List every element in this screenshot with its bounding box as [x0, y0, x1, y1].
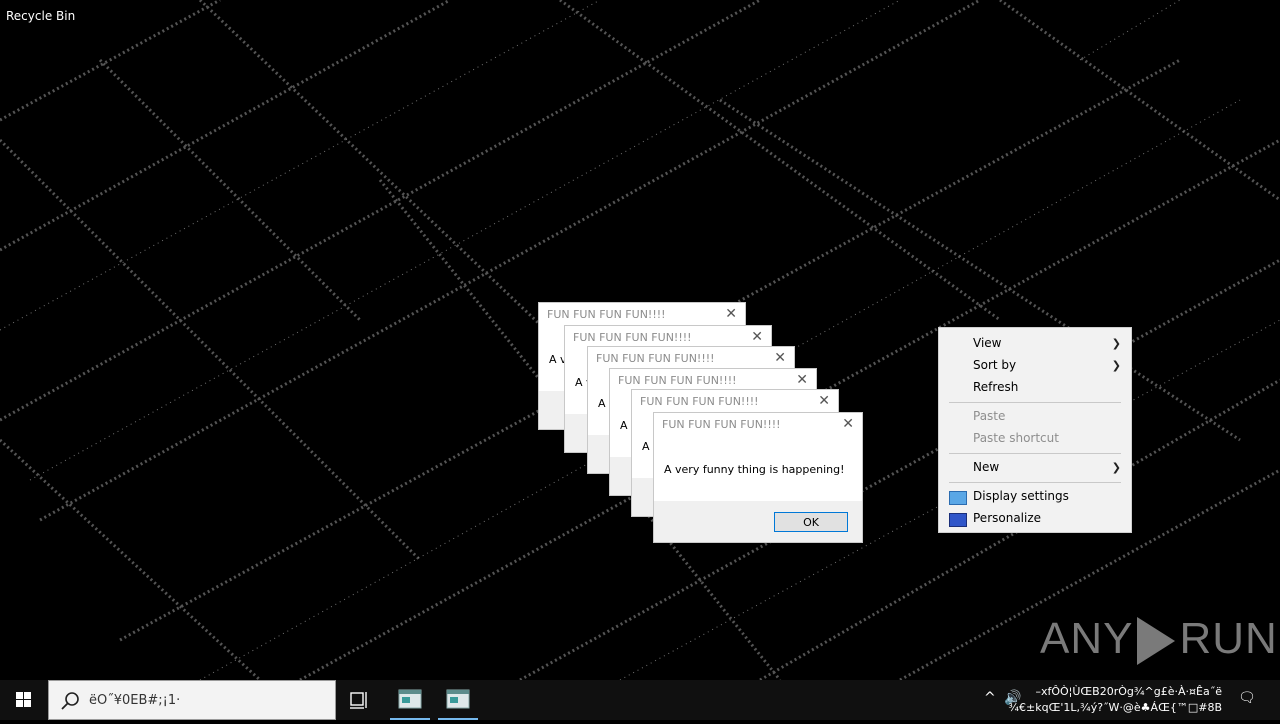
dialog-title: FUN FUN FUN FUN!!!!: [573, 331, 692, 344]
close-icon[interactable]: ✕: [774, 350, 786, 366]
menu-item-paste-shortcut: Paste shortcut: [973, 431, 1059, 445]
menu-separator: [949, 482, 1121, 483]
message-dialog[interactable]: FUN FUN FUN FUN!!!! ✕ A very funny thing…: [653, 412, 863, 543]
taskbar: ëO˝¥0EB#;¡1· ^ 🔊 –xfÔÒ¦ÙŒB20rÒg¾^g£è·À·¤…: [0, 680, 1280, 720]
menu-item-paste: Paste: [973, 409, 1006, 423]
display-settings-icon: [949, 491, 967, 505]
dialog-title: FUN FUN FUN FUN!!!!: [662, 418, 781, 431]
menu-item-new[interactable]: New: [973, 457, 1123, 477]
app-window-icon: [398, 689, 422, 709]
taskbar-app-button[interactable]: [434, 680, 482, 720]
dialog-message: A very funny thing is happening!: [664, 463, 845, 476]
close-icon[interactable]: ✕: [725, 306, 737, 322]
search-text: ëO˝¥0EB#;¡1·: [89, 693, 181, 708]
app-window-icon: [446, 689, 470, 709]
dialog-message: A: [620, 419, 628, 432]
chevron-right-icon: ❯: [1111, 337, 1121, 350]
anyrun-watermark: ANY RUN: [1040, 614, 1278, 666]
personalize-icon: [949, 513, 967, 527]
menu-separator: [949, 453, 1121, 454]
menu-item-display-settings[interactable]: Display settings: [973, 486, 1069, 506]
notification-center-icon[interactable]: 🗨: [1238, 690, 1256, 706]
dialog-title: FUN FUN FUN FUN!!!!: [640, 395, 759, 408]
dialog-message: A: [598, 397, 606, 410]
desktop-context-menu: View ❯ Sort by ❯ Refresh Paste Paste sho…: [938, 327, 1132, 533]
desktop[interactable]: Recycle Bin FUN FUN FUN FUN!!!! ✕ A v FU…: [0, 0, 1280, 680]
menu-separator: [949, 402, 1121, 403]
chevron-right-icon: ❯: [1111, 359, 1121, 372]
chevron-right-icon: ❯: [1111, 461, 1121, 474]
close-icon[interactable]: ✕: [818, 393, 830, 409]
dialog-titlebar[interactable]: FUN FUN FUN FUN!!!! ✕: [539, 303, 745, 327]
search-icon: [61, 692, 79, 710]
show-hidden-icons-chevron-icon[interactable]: ^: [984, 690, 996, 706]
tray-clock[interactable]: –xfÔÒ¦ÙŒB20rÒg¾^g£è·À·¤Êa˝ë ¾€±kqŒ'1L,¾ý…: [1008, 684, 1222, 716]
task-view-icon: [350, 692, 367, 709]
clock-line-2: ¾€±kqŒ'1L,¾ý?˝W·@è♣ÁŒ{™□#8B: [1008, 701, 1222, 714]
menu-item-personalize[interactable]: Personalize: [973, 508, 1041, 528]
recycle-bin-label[interactable]: Recycle Bin: [6, 9, 75, 23]
start-button[interactable]: [0, 680, 48, 720]
menu-item-label: New: [973, 460, 1000, 474]
menu-item-label: View: [973, 336, 1002, 350]
watermark-text-left: ANY: [1040, 614, 1134, 663]
close-icon[interactable]: ✕: [842, 416, 854, 432]
task-view-button[interactable]: [336, 680, 384, 720]
dialog-title: FUN FUN FUN FUN!!!!: [618, 374, 737, 387]
close-icon[interactable]: ✕: [751, 329, 763, 345]
windows-logo-icon: [16, 692, 31, 707]
dialog-titlebar[interactable]: FUN FUN FUN FUN!!!! ✕: [632, 390, 838, 414]
taskbar-app-button[interactable]: [386, 680, 434, 720]
taskbar-search-box[interactable]: ëO˝¥0EB#;¡1·: [48, 680, 336, 720]
menu-item-label: Sort by: [973, 358, 1017, 372]
close-icon[interactable]: ✕: [796, 372, 808, 388]
dialog-title: FUN FUN FUN FUN!!!!: [596, 352, 715, 365]
dialog-titlebar[interactable]: FUN FUN FUN FUN!!!! ✕: [654, 413, 862, 437]
play-icon: [1137, 617, 1176, 666]
menu-item-refresh[interactable]: Refresh: [973, 377, 1018, 397]
watermark-text-right: RUN: [1179, 614, 1278, 663]
clock-line-1: –xfÔÒ¦ÙŒB20rÒg¾^g£è·À·¤Êa˝ë: [1035, 685, 1222, 698]
menu-item-view[interactable]: View: [973, 333, 1123, 353]
menu-item-sort-by[interactable]: Sort by: [973, 355, 1123, 375]
dialog-message: A: [642, 440, 650, 453]
ok-button[interactable]: OK: [774, 512, 848, 532]
dialog-title: FUN FUN FUN FUN!!!!: [547, 308, 666, 321]
